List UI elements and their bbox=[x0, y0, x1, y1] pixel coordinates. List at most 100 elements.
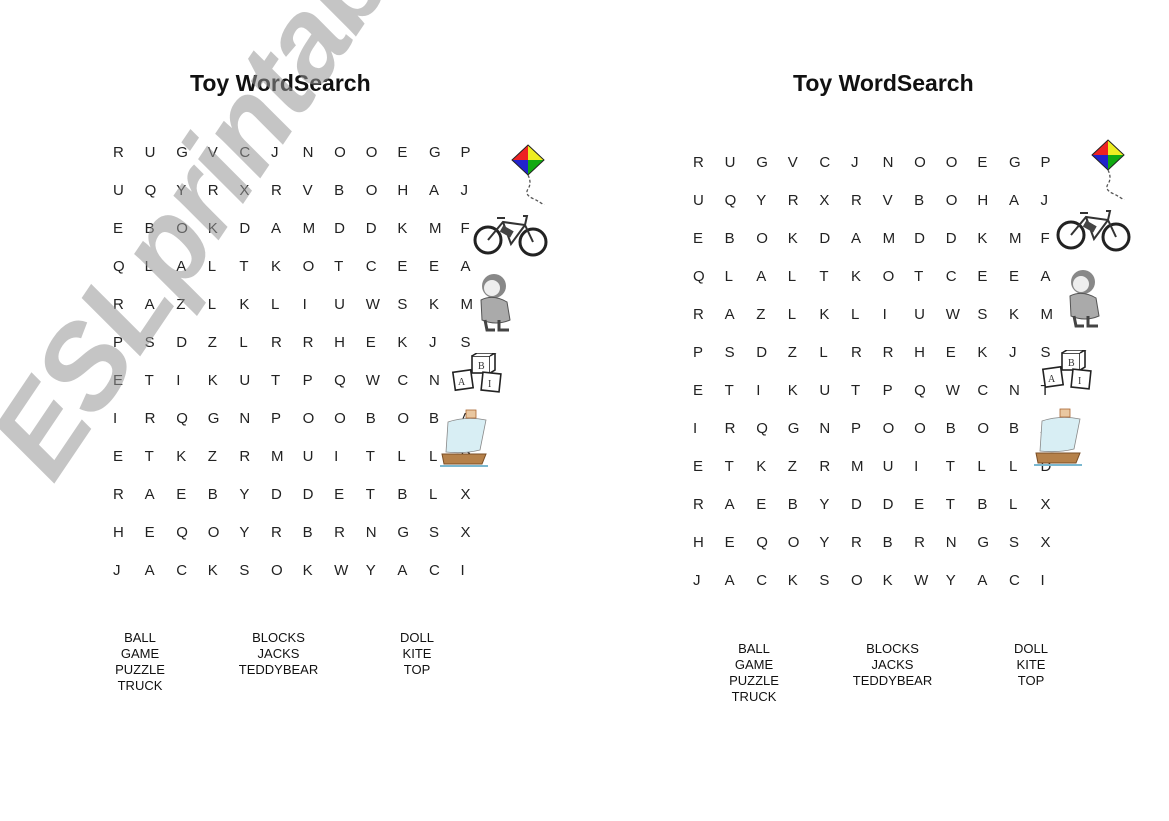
grid-letter[interactable]: P bbox=[113, 334, 145, 351]
grid-letter[interactable]: A bbox=[725, 306, 757, 323]
grid-letter[interactable]: I bbox=[1041, 572, 1073, 589]
grid-letter[interactable]: V bbox=[788, 154, 820, 171]
grid-letter[interactable]: T bbox=[366, 448, 398, 465]
grid-letter[interactable]: K bbox=[208, 372, 240, 389]
grid-letter[interactable]: K bbox=[271, 258, 303, 275]
grid-letter[interactable]: R bbox=[819, 458, 851, 475]
grid-letter[interactable]: T bbox=[725, 382, 757, 399]
grid-letter[interactable]: D bbox=[271, 486, 303, 503]
grid-letter[interactable]: J bbox=[693, 572, 725, 589]
grid-letter[interactable]: I bbox=[883, 306, 915, 323]
grid-letter[interactable]: Y bbox=[176, 182, 208, 199]
grid-letter[interactable]: B bbox=[145, 220, 177, 237]
grid-letter[interactable]: V bbox=[883, 192, 915, 209]
grid-letter[interactable]: O bbox=[851, 572, 883, 589]
grid-letter[interactable]: L bbox=[788, 306, 820, 323]
grid-letter[interactable]: P bbox=[883, 382, 915, 399]
grid-letter[interactable]: Z bbox=[788, 458, 820, 475]
grid-letter[interactable]: M bbox=[1009, 230, 1041, 247]
grid-letter[interactable]: T bbox=[914, 268, 946, 285]
grid-letter[interactable]: G bbox=[977, 534, 1009, 551]
grid-letter[interactable]: R bbox=[693, 496, 725, 513]
grid-letter[interactable]: K bbox=[208, 562, 240, 579]
grid-letter[interactable]: O bbox=[303, 410, 335, 427]
grid-letter[interactable]: D bbox=[334, 220, 366, 237]
grid-letter[interactable]: K bbox=[883, 572, 915, 589]
grid-letter[interactable]: X bbox=[461, 524, 493, 541]
grid-letter[interactable]: T bbox=[239, 258, 271, 275]
grid-letter[interactable]: L bbox=[725, 268, 757, 285]
grid-letter[interactable]: H bbox=[334, 334, 366, 351]
grid-letter[interactable]: E bbox=[693, 382, 725, 399]
grid-letter[interactable]: N bbox=[366, 524, 398, 541]
grid-letter[interactable]: R bbox=[914, 534, 946, 551]
grid-letter[interactable]: O bbox=[788, 534, 820, 551]
grid-letter[interactable]: Q bbox=[176, 524, 208, 541]
grid-letter[interactable]: L bbox=[208, 258, 240, 275]
grid-letter[interactable]: X bbox=[461, 486, 493, 503]
grid-letter[interactable]: L bbox=[145, 258, 177, 275]
grid-letter[interactable]: Y bbox=[819, 496, 851, 513]
grid-letter[interactable]: Z bbox=[176, 296, 208, 313]
grid-letter[interactable]: J bbox=[113, 562, 145, 579]
grid-letter[interactable]: G bbox=[429, 144, 461, 161]
grid-letter[interactable]: K bbox=[756, 458, 788, 475]
grid-letter[interactable]: L bbox=[271, 296, 303, 313]
grid-letter[interactable]: K bbox=[429, 296, 461, 313]
grid-letter[interactable]: O bbox=[334, 410, 366, 427]
grid-letter[interactable]: E bbox=[113, 448, 145, 465]
grid-letter[interactable]: C bbox=[429, 562, 461, 579]
grid-letter[interactable]: B bbox=[334, 182, 366, 199]
grid-letter[interactable]: K bbox=[977, 230, 1009, 247]
grid-letter[interactable]: Q bbox=[176, 410, 208, 427]
grid-letter[interactable]: D bbox=[176, 334, 208, 351]
grid-letter[interactable]: E bbox=[693, 458, 725, 475]
grid-letter[interactable]: R bbox=[883, 344, 915, 361]
grid-letter[interactable]: A bbox=[429, 182, 461, 199]
grid-letter[interactable]: O bbox=[208, 524, 240, 541]
grid-letter[interactable]: S bbox=[819, 572, 851, 589]
grid-letter[interactable]: R bbox=[725, 420, 757, 437]
grid-letter[interactable]: C bbox=[977, 382, 1009, 399]
grid-letter[interactable]: K bbox=[819, 306, 851, 323]
grid-letter[interactable]: N bbox=[303, 144, 335, 161]
grid-letter[interactable]: Z bbox=[208, 334, 240, 351]
grid-letter[interactable]: E bbox=[334, 486, 366, 503]
grid-letter[interactable]: P bbox=[271, 410, 303, 427]
grid-letter[interactable]: H bbox=[693, 534, 725, 551]
grid-letter[interactable]: B bbox=[208, 486, 240, 503]
grid-letter[interactable]: B bbox=[883, 534, 915, 551]
grid-letter[interactable]: T bbox=[334, 258, 366, 275]
grid-letter[interactable]: E bbox=[725, 534, 757, 551]
grid-letter[interactable]: O bbox=[334, 144, 366, 161]
grid-letter[interactable]: E bbox=[366, 334, 398, 351]
grid-letter[interactable]: G bbox=[788, 420, 820, 437]
grid-letter[interactable]: O bbox=[303, 258, 335, 275]
grid-letter[interactable]: P bbox=[693, 344, 725, 361]
grid-letter[interactable]: P bbox=[851, 420, 883, 437]
grid-letter[interactable]: B bbox=[946, 420, 978, 437]
grid-letter[interactable]: Y bbox=[239, 524, 271, 541]
grid-letter[interactable]: W bbox=[946, 306, 978, 323]
grid-letter[interactable]: R bbox=[693, 154, 725, 171]
grid-letter[interactable]: L bbox=[239, 334, 271, 351]
grid-letter[interactable]: R bbox=[271, 182, 303, 199]
grid-letter[interactable]: N bbox=[819, 420, 851, 437]
grid-letter[interactable]: E bbox=[977, 154, 1009, 171]
grid-letter[interactable]: U bbox=[239, 372, 271, 389]
grid-letter[interactable]: C bbox=[756, 572, 788, 589]
grid-letter[interactable]: K bbox=[303, 562, 335, 579]
grid-letter[interactable]: D bbox=[756, 344, 788, 361]
grid-letter[interactable]: Z bbox=[788, 344, 820, 361]
grid-letter[interactable]: Y bbox=[819, 534, 851, 551]
grid-letter[interactable]: D bbox=[946, 230, 978, 247]
grid-letter[interactable]: Y bbox=[756, 192, 788, 209]
grid-letter[interactable]: T bbox=[851, 382, 883, 399]
grid-letter[interactable]: C bbox=[946, 268, 978, 285]
grid-letter[interactable]: E bbox=[693, 230, 725, 247]
grid-letter[interactable]: H bbox=[914, 344, 946, 361]
grid-letter[interactable]: D bbox=[914, 230, 946, 247]
grid-letter[interactable]: T bbox=[366, 486, 398, 503]
grid-letter[interactable]: P bbox=[461, 144, 493, 161]
grid-letter[interactable]: E bbox=[429, 258, 461, 275]
